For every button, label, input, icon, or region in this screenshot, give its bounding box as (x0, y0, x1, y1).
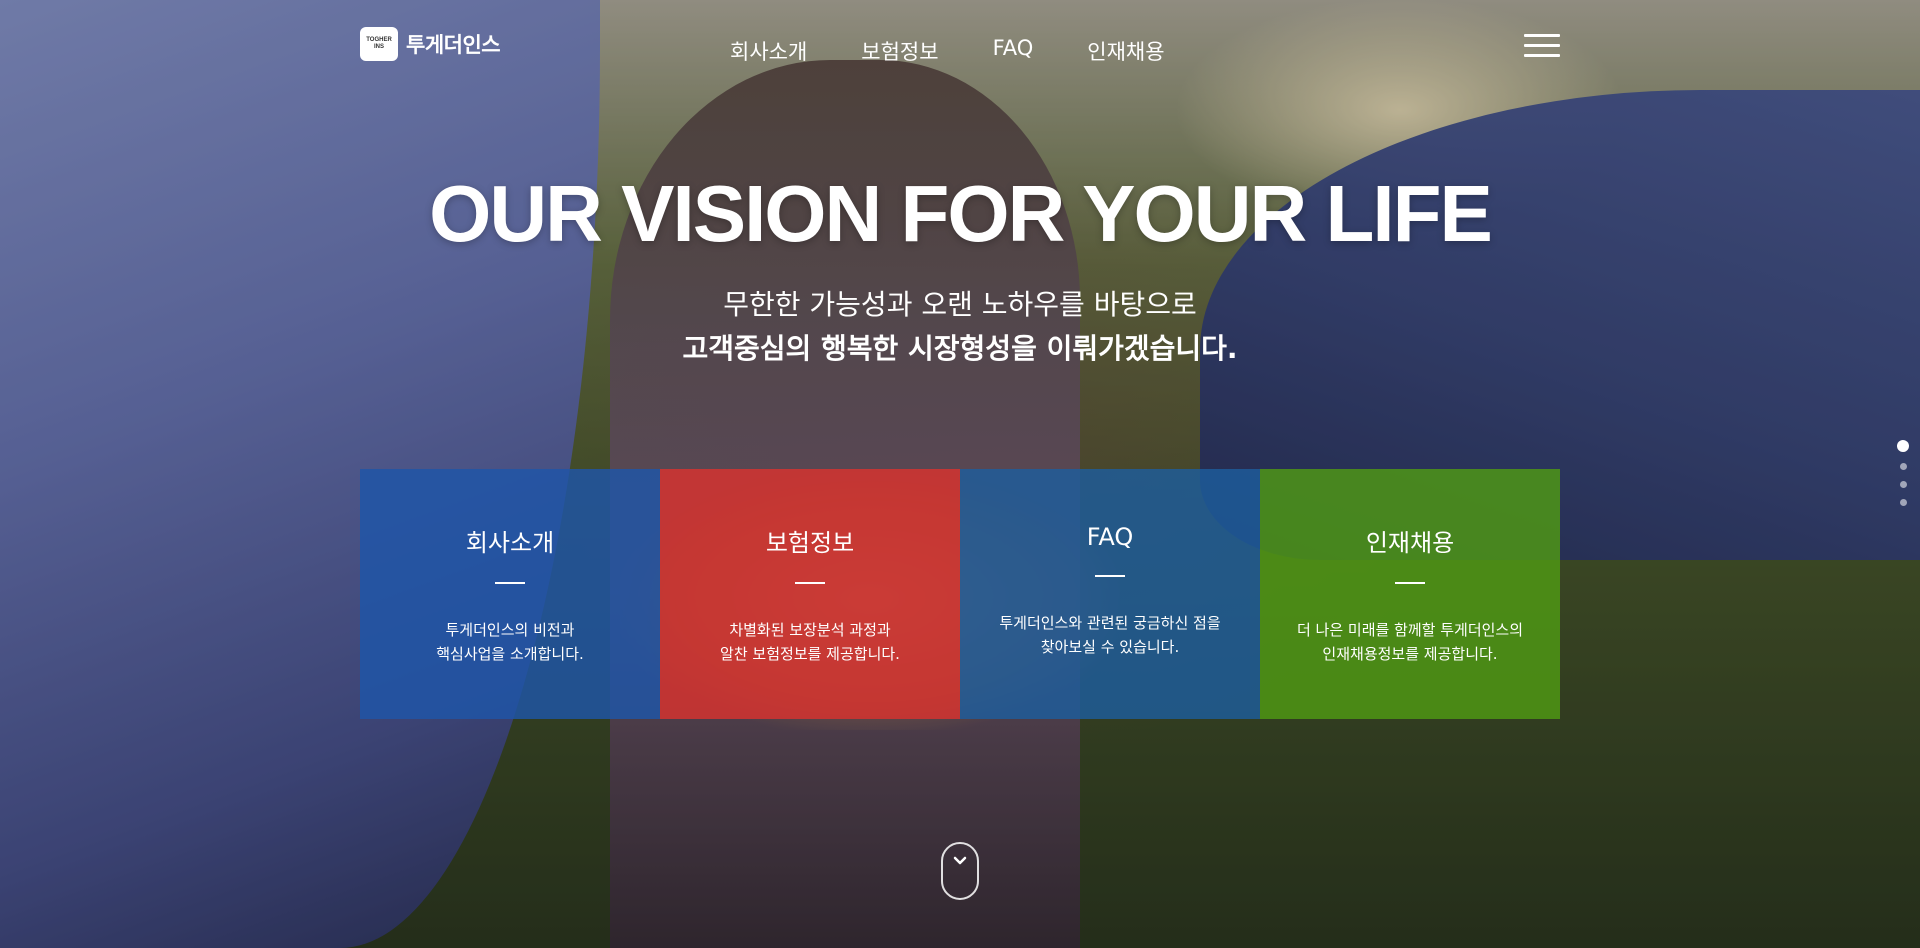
card-company[interactable]: 회사소개 투게더인스의 비전과 핵심사업을 소개합니다. (360, 469, 660, 719)
card-divider (795, 582, 825, 584)
card-desc-line1: 투게더인스와 관련된 궁금하신 점을 (999, 614, 1221, 632)
nav-item-faq[interactable]: FAQ (993, 36, 1034, 66)
card-description: 차별화된 보장분석 과정과 알찬 보험정보를 제공합니다. (660, 618, 960, 666)
card-description: 투게더인스와 관련된 궁금하신 점을 찾아보실 수 있습니다. (960, 611, 1260, 659)
card-recruit[interactable]: 인재채용 더 나은 미래를 함께할 투게더인스의 인재채용정보를 제공합니다. (1260, 469, 1560, 719)
card-divider (1095, 575, 1125, 577)
nav-item-company[interactable]: 회사소개 (730, 36, 807, 66)
hero-subline-1: 무한한 가능성과 오랜 노하우를 바탕으로 (723, 288, 1197, 321)
nav-item-insurance[interactable]: 보험정보 (861, 36, 938, 66)
card-title: FAQ (1086, 523, 1134, 551)
card-title: 인재채용 (1365, 529, 1455, 557)
logo-mark-icon: TOGHER INS (360, 27, 398, 61)
chevron-down-icon (953, 856, 967, 865)
card-desc-line2: 찾아보실 수 있습니다. (1040, 638, 1180, 656)
pager-dot[interactable] (1897, 440, 1909, 452)
card-title: 보험정보 (765, 529, 855, 557)
card-desc-line1: 더 나은 미래를 함께할 투게더인스의 (1296, 621, 1524, 639)
hamburger-icon[interactable] (1524, 34, 1560, 60)
card-divider (1395, 582, 1425, 584)
logo-mark-line2: INS (373, 44, 384, 50)
hero-headline: OUR VISION FOR YOUR LIFE (429, 169, 1493, 258)
card-description: 더 나은 미래를 함께할 투게더인스의 인재채용정보를 제공합니다. (1260, 618, 1560, 666)
main-nav: 회사소개 보험정보 FAQ 인재채용 (730, 36, 1165, 66)
logo[interactable]: TOGHER INS 투게더인스 (360, 27, 501, 61)
logo-text: 투게더인스 (406, 33, 501, 57)
card-insurance[interactable]: 보험정보 차별화된 보장분석 과정과 알찬 보험정보를 제공합니다. (660, 469, 960, 719)
card-divider (495, 582, 525, 584)
site-header: TOGHER INS 투게더인스 회사소개 보험정보 FAQ 인재채용 (0, 0, 1920, 90)
logo-mark-line1: TOGHER (366, 37, 392, 43)
scroll-down-button[interactable] (941, 842, 979, 900)
card-faq[interactable]: FAQ 투게더인스와 관련된 궁금하신 점을 찾아보실 수 있습니다. (960, 469, 1260, 719)
nav-item-recruit[interactable]: 인재채용 (1087, 36, 1164, 66)
card-description: 투게더인스의 비전과 핵심사업을 소개합니다. (360, 618, 660, 666)
hero-subline-2: 고객중심의 행복한 시장형성을 이뤄가겠습니다. (682, 332, 1238, 365)
pager-dot[interactable] (1899, 499, 1907, 506)
card-title: 회사소개 (465, 529, 555, 557)
card-desc-line1: 투게더인스의 비전과 (445, 621, 575, 639)
card-desc-line2: 인재채용정보를 제공합니다. (1322, 645, 1498, 663)
card-desc-line2: 알찬 보험정보를 제공합니다. (720, 645, 900, 663)
card-desc-line1: 차별화된 보장분석 과정과 (729, 621, 891, 639)
slide-pager (1897, 440, 1909, 506)
pager-dot[interactable] (1899, 481, 1907, 488)
feature-cards: 회사소개 투게더인스의 비전과 핵심사업을 소개합니다. 보험정보 차별화된 보… (360, 469, 1560, 719)
pager-dot[interactable] (1899, 463, 1907, 470)
card-desc-line2: 핵심사업을 소개합니다. (436, 645, 584, 663)
